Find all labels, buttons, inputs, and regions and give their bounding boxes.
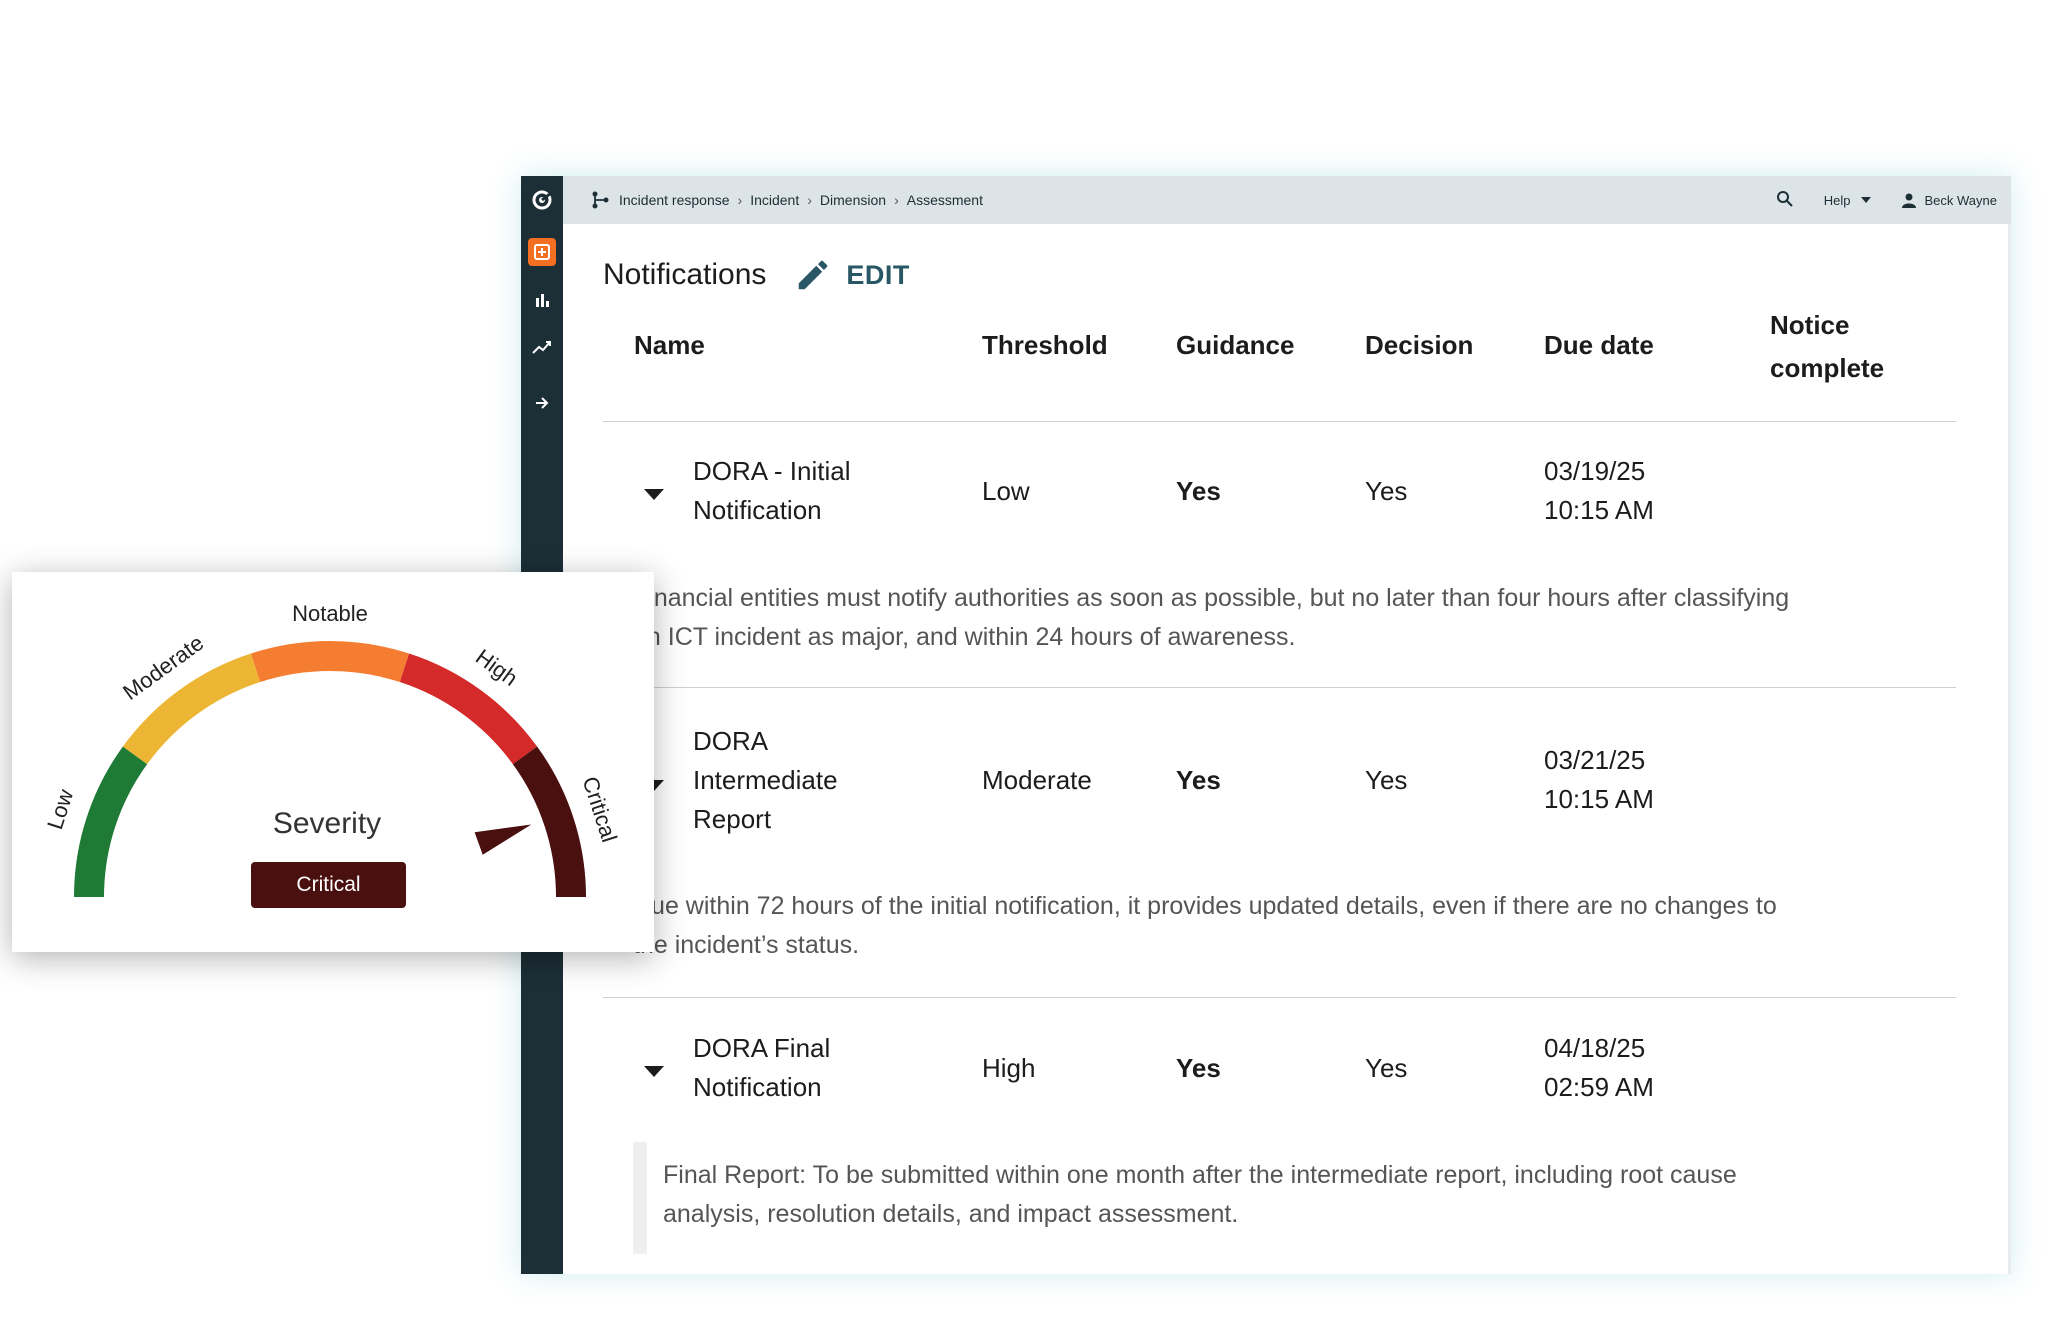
row-due-date: 03/21/25 10:15 AM xyxy=(1544,741,1654,819)
column-header-threshold[interactable]: Threshold xyxy=(982,324,1108,367)
help-label: Help xyxy=(1823,192,1851,208)
row-guidance: Yes xyxy=(1176,1053,1221,1083)
row-guidance: Yes xyxy=(1176,476,1221,506)
row-name: DORA Intermediate Report xyxy=(693,722,838,839)
row-divider xyxy=(603,687,1956,688)
guidance-accent-bar xyxy=(633,1142,647,1254)
sidebar-expand[interactable] xyxy=(528,389,556,417)
guidance-text-line: Final Report: To be submitted within one… xyxy=(663,1161,1737,1189)
sidebar-item-analytics[interactable] xyxy=(528,333,556,361)
section-header: Notifications EDIT xyxy=(603,256,910,294)
pencil-icon xyxy=(799,260,828,290)
column-header-notice-line: complete xyxy=(1770,353,1885,383)
column-header-guidance[interactable]: Guidance xyxy=(1176,324,1294,367)
breadcrumb: Incident response › Incident › Dimension… xyxy=(591,190,983,210)
user-icon xyxy=(1901,193,1916,208)
row-name-line: DORA xyxy=(693,726,769,756)
row-due-date: 03/19/25 10:15 AM xyxy=(1544,452,1654,530)
row-threshold: High xyxy=(982,1053,1036,1083)
edit-button[interactable]: EDIT xyxy=(794,256,910,294)
caret-down-icon xyxy=(1860,197,1871,203)
breadcrumb-item[interactable]: Dimension xyxy=(820,192,886,208)
breadcrumb-item[interactable]: Incident response xyxy=(619,192,730,208)
row-due-time-value: 10:15 AM xyxy=(1544,495,1654,525)
workflow-icon xyxy=(592,191,609,209)
row-guidance: Yes xyxy=(1176,765,1221,795)
top-bar: Incident response › Incident › Dimension… xyxy=(563,176,2011,224)
scroll-edge xyxy=(2008,224,2011,1274)
caret-down-icon[interactable] xyxy=(644,1066,664,1077)
row-divider xyxy=(603,997,1956,998)
chevron-right-icon: › xyxy=(807,192,812,208)
row-due-date-value: 03/19/25 xyxy=(1544,456,1646,486)
chevron-right-icon: › xyxy=(737,192,743,208)
row-name: DORA - Initial Notification xyxy=(693,452,851,530)
row-decision: Yes xyxy=(1365,765,1408,795)
guidance-text-line: an ICT incident as major, and within 24 … xyxy=(633,623,1296,651)
column-header-decision[interactable]: Decision xyxy=(1365,324,1473,367)
column-header-due-date[interactable]: Due date xyxy=(1544,324,1654,367)
breadcrumb-item[interactable]: Assessment xyxy=(907,192,983,208)
row-name-line: Report xyxy=(693,804,772,834)
sidebar-item-reports[interactable] xyxy=(528,286,556,314)
guidance-text-line: the incident’s status. xyxy=(633,931,860,959)
bar-chart-icon xyxy=(536,294,549,307)
severity-badge: Critical xyxy=(251,862,406,908)
row-name-line: Intermediate xyxy=(693,765,838,795)
row-decision: Yes xyxy=(1365,476,1408,506)
row-name-line: Notification xyxy=(693,495,822,525)
column-header-notice[interactable]: Notice complete xyxy=(1770,304,1884,390)
severity-gauge-card: Low Moderate Notable High Critical Severity … xyxy=(12,572,654,952)
guidance-text-line: Due within 72 hours of the initial notif… xyxy=(633,892,1777,920)
row-threshold: Low xyxy=(982,476,1030,506)
plus-box-icon xyxy=(534,244,550,260)
search-icon xyxy=(1776,190,1793,207)
row-name: DORA Final Notification xyxy=(693,1029,830,1107)
header-divider xyxy=(603,421,1956,422)
row-due-time-value: 02:59 AM xyxy=(1544,1072,1654,1102)
row-due-date-value: 03/21/25 xyxy=(1544,745,1646,775)
breadcrumb-item[interactable]: Incident xyxy=(750,192,799,208)
guidance-text: Due within 72 hours of the initial notif… xyxy=(633,887,1953,965)
guidance-text: Financial entities must notify authoriti… xyxy=(633,579,1953,657)
gauge-label-high: High xyxy=(471,644,522,691)
row-due-time-value: 10:15 AM xyxy=(1544,784,1654,814)
row-due-date-value: 04/18/25 xyxy=(1544,1033,1646,1063)
edit-label: EDIT xyxy=(846,259,910,290)
caret-down-icon[interactable] xyxy=(644,489,664,500)
gauge-title: Severity xyxy=(272,807,382,840)
gauge-segment-notable xyxy=(250,641,410,683)
column-header-notice-line: Notice xyxy=(1770,310,1850,340)
user-menu[interactable]: Beck Wayne xyxy=(1901,192,1998,208)
guidance-text: Final Report: To be submitted within one… xyxy=(663,1156,1953,1234)
arrow-right-icon xyxy=(536,397,549,409)
trend-icon xyxy=(532,341,551,354)
help-menu[interactable]: Help xyxy=(1824,193,1871,208)
search-button[interactable] xyxy=(1776,190,1794,211)
row-threshold: Moderate xyxy=(982,765,1092,795)
row-decision: Yes xyxy=(1365,1053,1408,1083)
app-window: Incident response › Incident › Dimension… xyxy=(521,176,2011,1274)
guidance-text-line: analysis, resolution details, and impact… xyxy=(663,1200,1239,1228)
page-title: Notifications xyxy=(603,258,767,291)
user-name: Beck Wayne xyxy=(1924,192,1998,208)
chevron-right-icon: › xyxy=(894,192,899,208)
sidebar-item-incidents[interactable] xyxy=(528,238,556,266)
row-name-line: Notification xyxy=(693,1072,822,1102)
gauge-label-notable: Notable xyxy=(292,601,368,626)
row-name-line: DORA Final xyxy=(693,1033,831,1063)
guidance-text-line: Financial entities must notify authoriti… xyxy=(633,584,1790,612)
column-header-name[interactable]: Name xyxy=(634,324,705,367)
logo-icon xyxy=(532,190,552,210)
row-name-line: DORA - Initial xyxy=(693,456,851,486)
row-due-date: 04/18/25 02:59 AM xyxy=(1544,1029,1654,1107)
